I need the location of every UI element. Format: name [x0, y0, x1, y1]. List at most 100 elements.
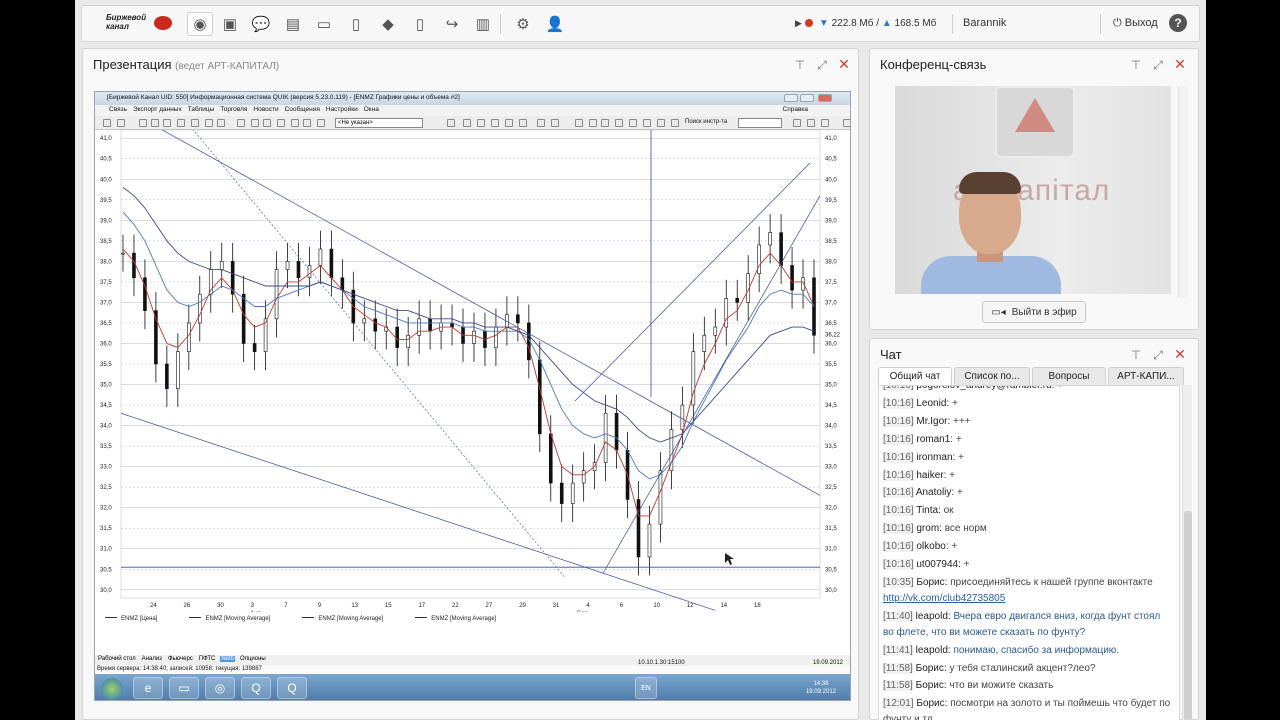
message-author[interactable]: olkobo: [916, 541, 948, 552]
message-author[interactable]: Борис: [916, 663, 947, 674]
message-author[interactable]: grom: [916, 523, 942, 534]
quik-tool-icon[interactable] [477, 119, 485, 127]
message-link[interactable]: http://vk.com/club42735805 [883, 593, 1005, 604]
quik-tool-icon[interactable] [151, 119, 159, 127]
quik-tool-icon[interactable] [551, 119, 559, 127]
quik-tool-icon[interactable] [139, 119, 147, 127]
chat-scrollbar[interactable] [1182, 385, 1192, 720]
quik-menu-item[interactable]: Связь [109, 106, 127, 113]
quik-tool-icon[interactable] [643, 119, 651, 127]
message-author[interactable]: roman1: [916, 434, 953, 445]
quik-tool-icon[interactable] [657, 119, 665, 127]
quik-doc-tab[interactable]: Рабочий стол [97, 656, 137, 662]
quik-menu-item[interactable]: Окна [364, 106, 379, 113]
tab-general-chat[interactable]: Общий чат [878, 367, 952, 385]
cube-icon[interactable]: ◆ [375, 12, 401, 36]
quik-tool-icon[interactable] [491, 119, 499, 127]
quik-app-icon[interactable]: Q [241, 677, 271, 699]
tab-questions[interactable]: Вопросы [1032, 367, 1106, 385]
quik-tool-icon[interactable] [505, 119, 513, 127]
quik-tool-icon[interactable] [103, 119, 111, 127]
tab-participants[interactable]: Список по... [954, 367, 1030, 385]
message-author[interactable]: ut007944: [916, 559, 961, 570]
language-indicator[interactable]: EN [635, 677, 657, 699]
quik-tool-icon[interactable] [251, 119, 259, 127]
presentation-icon[interactable]: ▣ [217, 12, 243, 36]
record-icon[interactable] [804, 19, 813, 27]
media-icon[interactable]: ▤ [280, 12, 306, 36]
brand-logo[interactable]: Биржевой канал [106, 12, 176, 36]
add-user-icon[interactable]: 👤 [542, 12, 568, 36]
quik-doc-tab[interactable]: Netb [220, 656, 236, 662]
message-author[interactable]: leapold: [916, 611, 951, 622]
quik-tool-icon[interactable] [843, 119, 850, 127]
maximize-icon[interactable]: ⤢ [1151, 348, 1165, 363]
explorer-icon[interactable]: ▭ [169, 677, 199, 699]
video-scrollbar[interactable] [1178, 86, 1188, 298]
quik-tool-icon[interactable] [807, 119, 815, 127]
quik-tool-icon[interactable] [447, 119, 455, 127]
quik-tool-icon[interactable] [205, 119, 213, 127]
quik-menu-item[interactable]: Новости [253, 106, 278, 113]
maximize-icon[interactable]: ⤢ [1151, 58, 1165, 73]
quik-doc-tab[interactable]: Опционы [239, 656, 267, 662]
quik-tool-icon[interactable] [589, 119, 597, 127]
chrome-icon[interactable]: ◎ [205, 677, 235, 699]
quik-menu-item[interactable]: Таблицы [188, 106, 215, 113]
quik-doc-tab[interactable]: Анализ [141, 656, 163, 662]
play-icon[interactable]: ▶ [795, 18, 802, 28]
close-icon[interactable]: ✕ [837, 56, 851, 73]
message-author[interactable]: Mr.Igor: [916, 416, 950, 427]
document-icon[interactable]: ▯ [407, 12, 433, 36]
close-icon[interactable]: ✕ [1173, 56, 1187, 73]
quik-tool-icon[interactable] [191, 119, 199, 127]
quik-tool-icon[interactable] [277, 119, 285, 127]
quik-tool-icon[interactable] [671, 119, 679, 127]
quik-tool-icon[interactable] [615, 119, 623, 127]
exit-button[interactable]: ⏻ Выход [1113, 17, 1158, 30]
quik-tool-icon[interactable] [303, 119, 311, 127]
chat-icon[interactable]: 💬 [248, 12, 274, 36]
message-author[interactable]: leapold: [916, 645, 951, 656]
quik-tool-icon[interactable] [117, 119, 125, 127]
quik-tool-icon[interactable] [575, 119, 583, 127]
restore-icon[interactable] [800, 94, 814, 102]
tab-art-capital[interactable]: АРТ-КАПИ... [1108, 367, 1184, 385]
quik-tool-icon[interactable] [177, 119, 185, 127]
webcam-icon[interactable]: ◉ [187, 12, 213, 36]
start-button[interactable] [101, 678, 123, 700]
scrollbar-thumb[interactable] [1184, 511, 1192, 720]
instrument-dropdown[interactable]: <Не указан> [335, 118, 423, 128]
layout-icon[interactable]: ▥ [470, 12, 496, 36]
quik-tool-icon[interactable] [519, 119, 527, 127]
message-author[interactable]: pogorelov_andrey@rambler.ru: [916, 386, 1054, 391]
quik-tool-icon[interactable] [537, 119, 545, 127]
message-author[interactable]: Борис: [916, 577, 947, 588]
quik-menu-item[interactable]: Настройки [326, 106, 358, 113]
quik-menu-item[interactable]: Торговля [220, 106, 247, 113]
minimize-icon[interactable] [784, 94, 798, 102]
export-icon[interactable]: ↪ [439, 12, 465, 36]
clipboard-icon[interactable]: ▯ [343, 12, 369, 36]
message-author[interactable]: Борис: [916, 680, 947, 691]
quik-tool-icon[interactable] [163, 119, 171, 127]
quik-doc-tab[interactable]: Фьючерс [167, 656, 194, 662]
quik-menu-help[interactable]: Справка [783, 106, 809, 113]
pin-icon[interactable]: ⊤ [1129, 58, 1143, 72]
close-icon[interactable]: ✕ [1173, 346, 1187, 363]
quik-tool-icon[interactable] [629, 119, 637, 127]
message-author[interactable]: ironman: [916, 452, 955, 463]
quik-tool-icon[interactable] [793, 119, 801, 127]
close-icon[interactable] [818, 94, 832, 102]
gear-icon[interactable]: ⚙ [510, 12, 536, 36]
quik-tool-icon[interactable] [263, 119, 271, 127]
ie-icon[interactable]: e [133, 677, 163, 699]
go-on-air-button[interactable]: ▭◂ Выйти в эфир [982, 301, 1086, 323]
message-author[interactable]: haiker: [916, 470, 946, 481]
message-author[interactable]: Leonid: [916, 398, 949, 409]
quik-tool-icon[interactable] [317, 119, 325, 127]
message-author[interactable]: Борис: [916, 698, 947, 709]
quik-doc-tab[interactable]: ПФТС [198, 656, 217, 662]
quik-tool-icon[interactable] [291, 119, 299, 127]
pin-icon[interactable]: ⊤ [793, 58, 807, 72]
